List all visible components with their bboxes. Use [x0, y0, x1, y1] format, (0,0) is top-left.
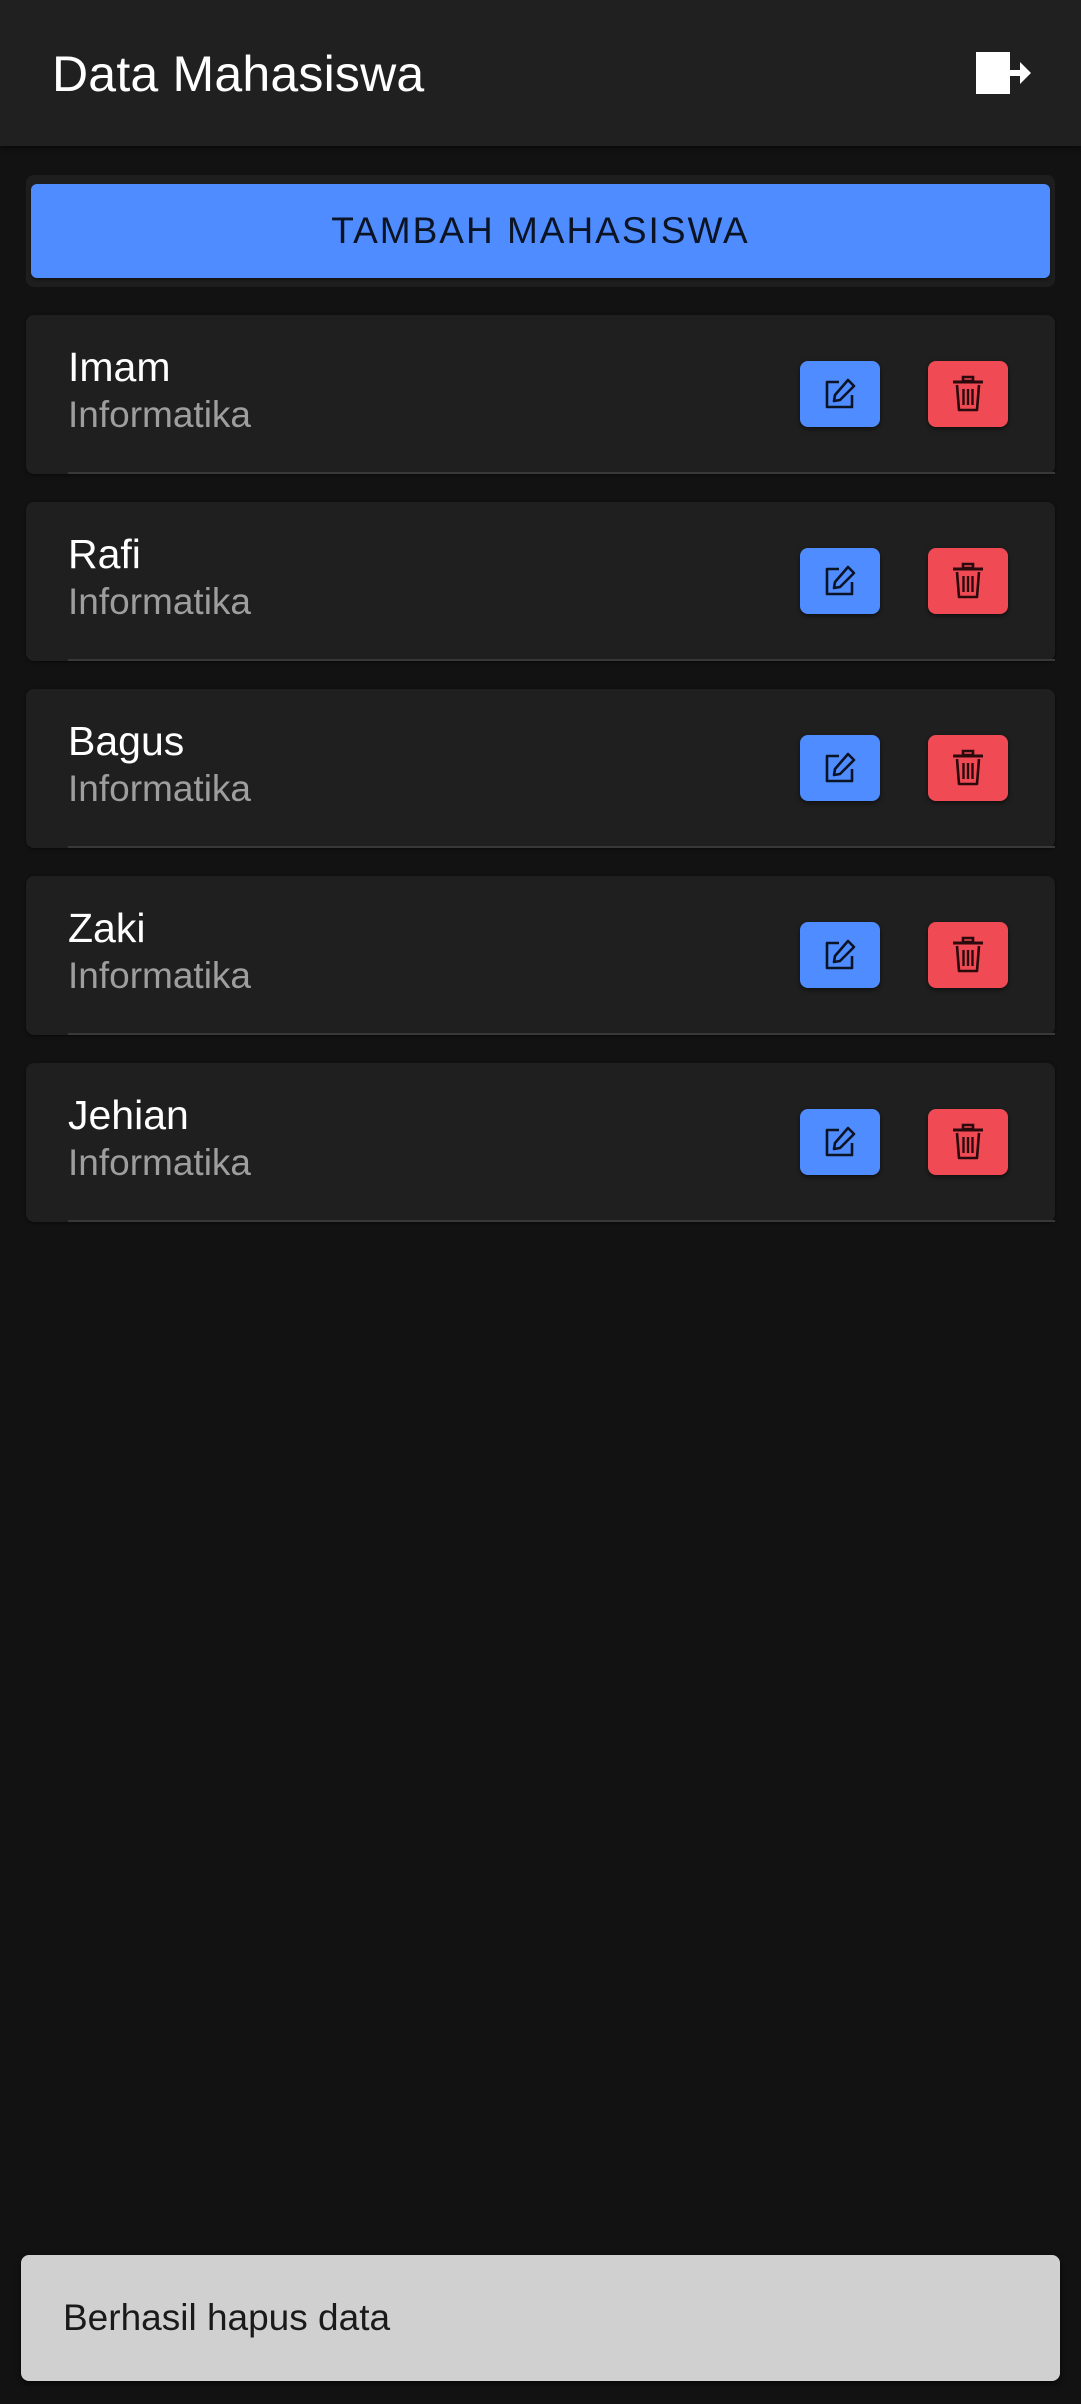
student-list: Imam Informatika Rafi Informatika Bagus …: [26, 315, 1055, 1250]
student-major: Informatika: [68, 768, 252, 809]
student-name: Bagus: [68, 718, 185, 764]
card-divider: [68, 1033, 1055, 1035]
delete-button[interactable]: [928, 361, 1008, 427]
student-major: Informatika: [68, 394, 252, 435]
edit-button[interactable]: [800, 548, 880, 614]
card-divider: [68, 472, 1055, 474]
edit-icon: [825, 1126, 856, 1157]
app-bar: Data Mahasiswa: [0, 0, 1081, 146]
delete-button[interactable]: [928, 548, 1008, 614]
snackbar-message: Berhasil hapus data: [63, 2297, 391, 2338]
edit-icon: [825, 565, 856, 596]
edit-button[interactable]: [800, 922, 880, 988]
trash-icon: [953, 375, 983, 412]
trash-icon: [953, 1123, 983, 1160]
card-divider: [68, 846, 1055, 848]
edit-icon: [825, 939, 856, 970]
edit-button[interactable]: [800, 361, 880, 427]
student-major: Informatika: [68, 1142, 252, 1183]
student-card[interactable]: Rafi Informatika: [26, 502, 1055, 661]
student-name: Jehian: [68, 1092, 189, 1138]
edit-icon: [825, 378, 856, 409]
student-name: Imam: [68, 344, 171, 390]
snackbar: Berhasil hapus data: [21, 2255, 1060, 2381]
edit-button[interactable]: [800, 1109, 880, 1175]
student-card[interactable]: Bagus Informatika: [26, 689, 1055, 848]
student-name: Zaki: [68, 905, 146, 951]
logout-icon: [976, 52, 1031, 94]
delete-button[interactable]: [928, 735, 1008, 801]
student-name: Rafi: [68, 531, 141, 577]
page-title: Data Mahasiswa: [52, 46, 425, 102]
card-divider: [68, 1220, 1055, 1222]
add-student-button[interactable]: TAMBAH MAHASISWA: [31, 184, 1050, 278]
card-divider: [68, 659, 1055, 661]
student-card[interactable]: Imam Informatika: [26, 315, 1055, 474]
student-major: Informatika: [68, 581, 252, 622]
trash-icon: [953, 562, 983, 599]
edit-icon: [825, 752, 856, 783]
trash-icon: [953, 749, 983, 786]
student-card[interactable]: Jehian Informatika: [26, 1063, 1055, 1222]
logout-button[interactable]: [968, 40, 1038, 106]
student-major: Informatika: [68, 955, 252, 996]
delete-button[interactable]: [928, 922, 1008, 988]
trash-icon: [953, 936, 983, 973]
add-button-container: TAMBAH MAHASISWA: [26, 175, 1055, 287]
edit-button[interactable]: [800, 735, 880, 801]
student-card[interactable]: Zaki Informatika: [26, 876, 1055, 1035]
delete-button[interactable]: [928, 1109, 1008, 1175]
